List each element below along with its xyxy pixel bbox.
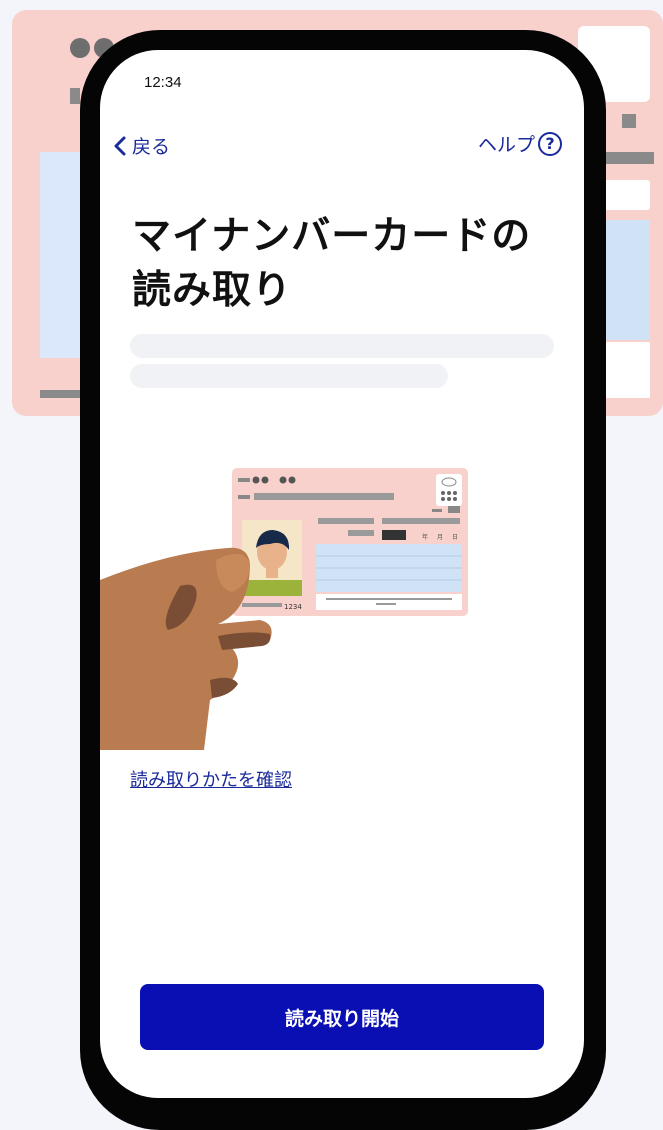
bg-bar bbox=[604, 152, 654, 164]
bg-dot bbox=[70, 38, 90, 58]
help-button[interactable]: ヘルプ ? bbox=[478, 130, 562, 157]
status-time: 12:34 bbox=[144, 74, 182, 91]
card-month-label: 月 bbox=[437, 534, 443, 541]
card-year-label: 年 bbox=[422, 533, 428, 541]
start-reading-button[interactable]: 読み取り開始 bbox=[140, 984, 544, 1050]
bg-bar bbox=[622, 114, 636, 128]
bg-white-box bbox=[604, 342, 650, 398]
bg-white-box bbox=[604, 180, 650, 210]
back-button[interactable]: 戻る bbox=[112, 132, 170, 159]
skeleton-text-line bbox=[130, 334, 554, 358]
bg-bar bbox=[70, 88, 80, 104]
mynumber-card-icon: 年 月 日 1234 bbox=[232, 468, 468, 616]
help-label: ヘルプ bbox=[477, 134, 535, 156]
back-label: 戻る bbox=[132, 136, 171, 158]
help-circle-icon: ? bbox=[538, 131, 562, 156]
bg-bar bbox=[40, 390, 82, 398]
page-title-line2: 読み取り bbox=[132, 268, 293, 313]
card-in-hand-illustration: 年 月 日 1234 bbox=[100, 468, 468, 750]
page-title: マイナンバーカードの 読み取り bbox=[132, 210, 572, 318]
card-day-label: 日 bbox=[452, 534, 458, 541]
chevron-left-icon bbox=[114, 136, 126, 155]
card-number: 1234 bbox=[284, 603, 302, 611]
phone-screen: 12:34 戻る ヘルプ ? マイナンバーカードの 読み取り 年 月 日 123… bbox=[100, 50, 584, 1098]
skeleton-text-line bbox=[130, 364, 448, 388]
read-guide-link[interactable]: 読み取りかたを確認 bbox=[130, 766, 292, 792]
hand-illustration bbox=[100, 547, 272, 750]
bg-blue-area bbox=[604, 220, 650, 340]
page-title-line1: マイナンバーカードの bbox=[132, 214, 532, 259]
